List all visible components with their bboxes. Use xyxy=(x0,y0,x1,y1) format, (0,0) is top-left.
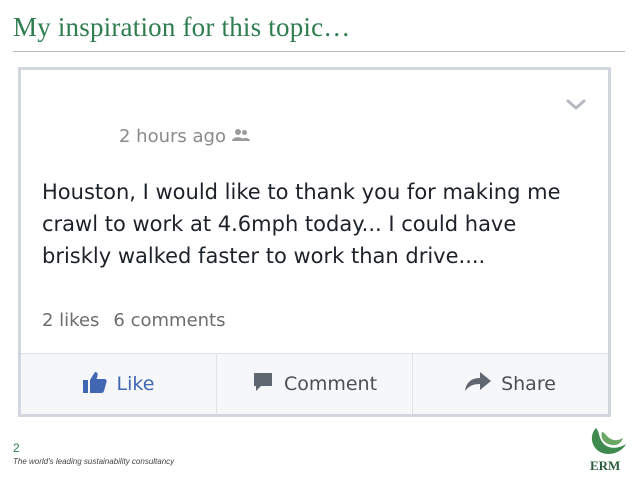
erm-logo-text: ERM xyxy=(590,458,621,473)
comments-count[interactable]: 6 comments xyxy=(113,310,225,331)
comment-bubble-icon xyxy=(252,371,274,398)
post-body: Houston, I would like to thank you for m… xyxy=(42,176,602,272)
post-meta: 2 hours ago xyxy=(119,126,250,147)
post-line: crawl to work at 4.6mph today... I could… xyxy=(42,212,517,236)
like-button[interactable]: Like xyxy=(21,354,217,414)
share-label: Share xyxy=(501,373,556,395)
post-timestamp[interactable]: 2 hours ago xyxy=(119,126,226,147)
comment-label: Comment xyxy=(283,373,378,395)
share-arrow-icon xyxy=(465,371,492,397)
like-label: Like xyxy=(116,373,155,395)
friends-icon[interactable] xyxy=(231,126,250,147)
footer-tagline: The world's leading sustainability consu… xyxy=(13,457,175,466)
post-line: briskly walked faster to work than drive… xyxy=(42,244,486,268)
slide-number: 2 xyxy=(13,441,20,455)
slide-title: My inspiration for this topic… xyxy=(13,12,351,42)
title-divider xyxy=(13,51,625,52)
post-stats: 2 likes 6 comments xyxy=(42,310,226,331)
post-action-bar: Like Comment Share xyxy=(21,353,608,414)
social-post-card: 2 hours ago Houston, I would like to tha… xyxy=(18,67,611,417)
share-button[interactable]: Share xyxy=(413,354,608,414)
post-line: Houston, I would like to thank you for m… xyxy=(42,180,561,204)
thumbs-up-icon xyxy=(82,371,107,398)
chevron-down-icon[interactable] xyxy=(566,98,586,116)
comment-button[interactable]: Comment xyxy=(217,354,413,414)
likes-count[interactable]: 2 likes xyxy=(42,310,99,331)
